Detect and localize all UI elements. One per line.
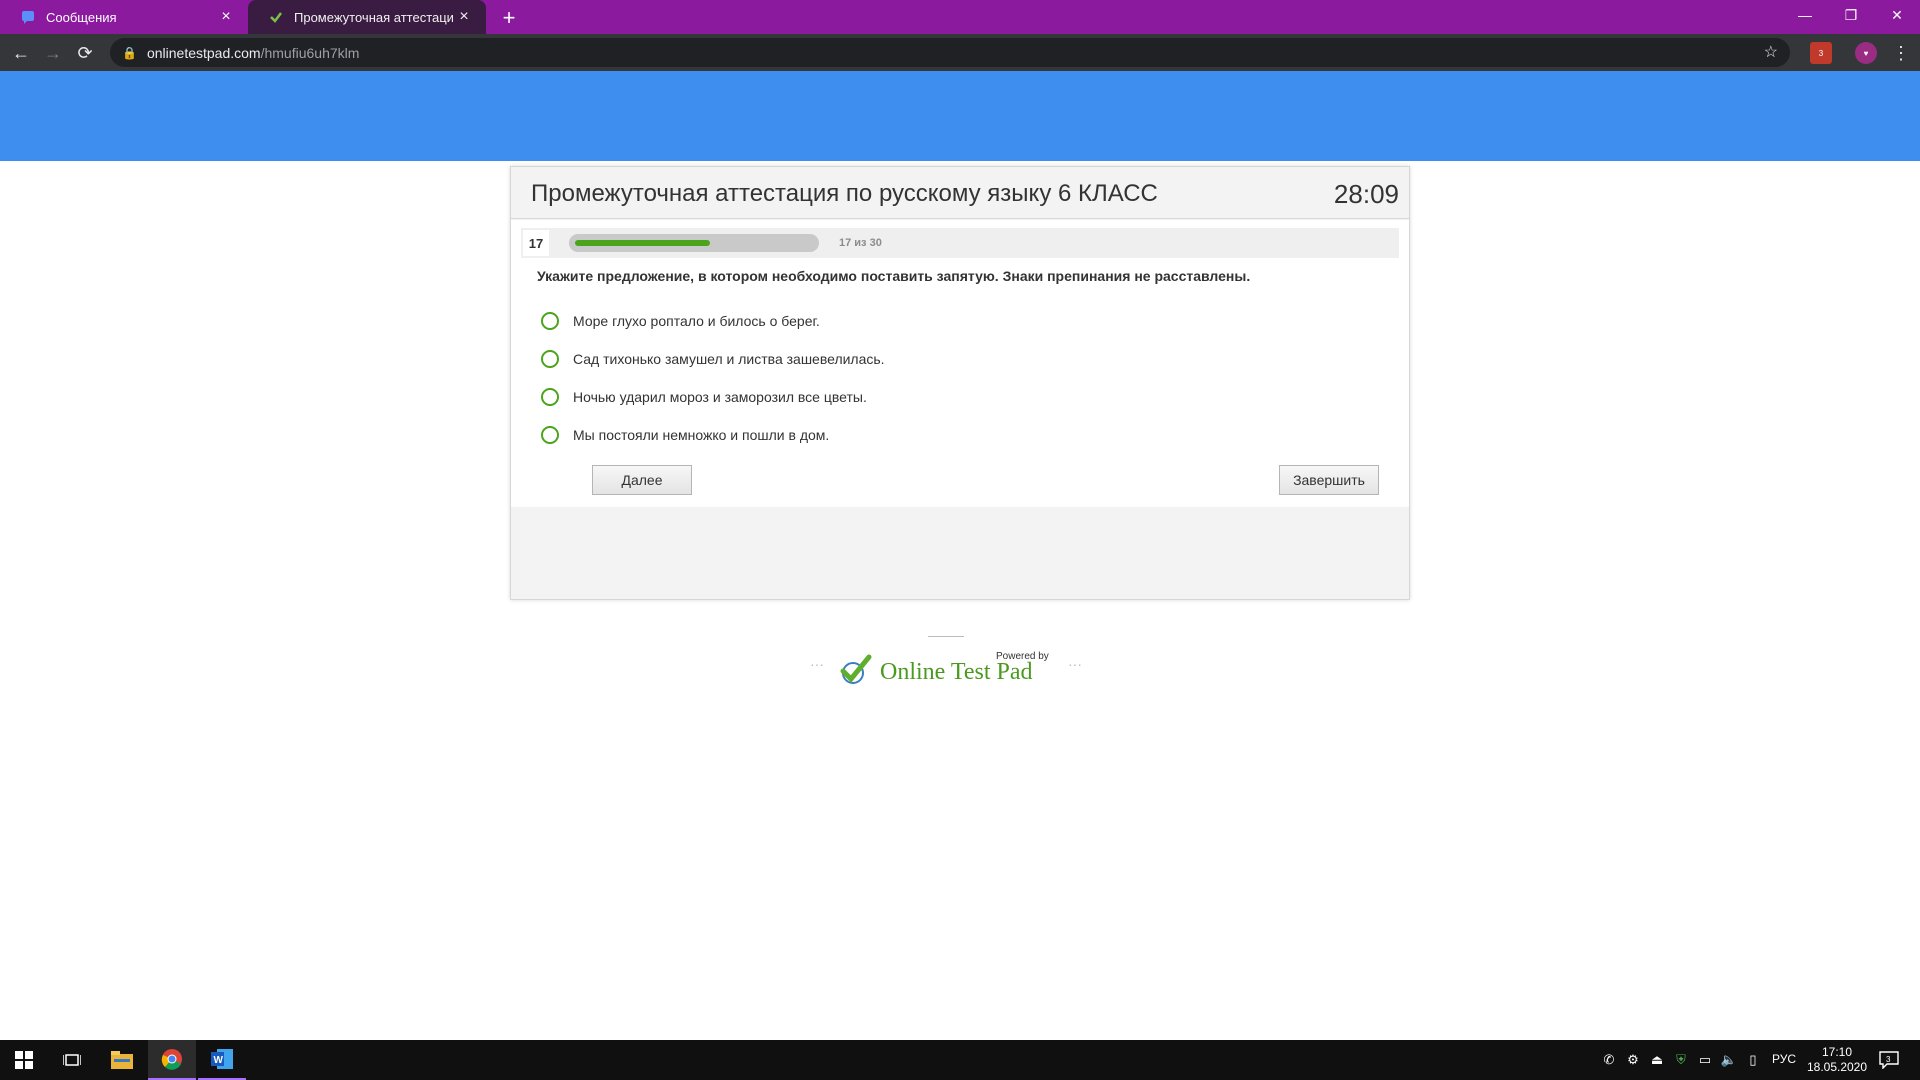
answer-option[interactable]: Море глухо роптало и билось о берег.	[541, 302, 885, 340]
answer-text: Мы постояли немножко и пошли в дом.	[573, 427, 830, 443]
new-tab-icon[interactable]: +	[496, 5, 522, 31]
online-test-pad-brand[interactable]: Online Test Pad	[880, 659, 1033, 686]
task-view-icon[interactable]	[48, 1040, 96, 1080]
progress-fill	[575, 240, 710, 246]
close-icon[interactable]: ×	[216, 7, 236, 27]
url-host: onlinetestpad.com	[146, 44, 261, 61]
security-shield-icon[interactable]: ⛨	[1672, 1050, 1690, 1070]
clock-time: 17:10	[1821, 1045, 1853, 1059]
answer-text: Сад тихонько замушел и листва зашевелила…	[573, 351, 885, 367]
progress-bar	[569, 234, 819, 252]
tab-test[interactable]: Промежуточная аттестация по ×	[248, 0, 486, 34]
next-button[interactable]: Далее	[592, 465, 692, 495]
usb-icon[interactable]: ⏏	[1648, 1050, 1666, 1070]
finish-button[interactable]: Завершить	[1279, 465, 1379, 495]
messages-icon	[20, 9, 36, 25]
progress-text: 17 из 30	[839, 237, 882, 249]
volume-icon[interactable]: 🔈	[1720, 1050, 1738, 1070]
windows-taskbar: W ✆ ⚙ ⏏ ⛨ ▭ 🔈 ▯ РУС 17:10 18.05.2020 3	[0, 1040, 1920, 1080]
timer: 28:09	[1333, 179, 1399, 209]
onlinetestpad-icon	[268, 9, 284, 25]
svg-text:W: W	[214, 1055, 224, 1066]
close-window-icon[interactable]: ✕	[1874, 0, 1920, 30]
notification-count: 3	[1886, 1055, 1891, 1064]
footer-dots-left: ···	[810, 656, 824, 672]
windows-start-icon[interactable]	[0, 1040, 48, 1080]
close-icon[interactable]: ×	[454, 7, 474, 27]
restore-icon[interactable]: ❐	[1828, 0, 1874, 30]
file-explorer-icon[interactable]	[98, 1040, 146, 1080]
radio-button[interactable]	[541, 388, 559, 406]
footer-dots-right: ···	[1068, 656, 1082, 672]
test-title: Промежуточная аттестация по русскому язы…	[531, 180, 1158, 207]
answer-text: Ночью ударил мороз и заморозил все цветы…	[573, 389, 867, 405]
answer-text: Море глухо роптало и билось о берег.	[573, 313, 820, 329]
question-text: Укажите предложение, в котором необходим…	[537, 268, 1251, 284]
tab-title: Сообщения	[46, 9, 117, 25]
chrome-icon[interactable]	[148, 1040, 196, 1080]
url-path: /hmufiu6uh7klm	[260, 44, 360, 61]
answer-option[interactable]: Сад тихонько замушел и листва зашевелила…	[541, 340, 885, 378]
reload-icon[interactable]: ⟳	[70, 38, 100, 68]
progress-row: 17 17 из 30	[521, 228, 1399, 258]
viber-icon[interactable]: ✆	[1600, 1050, 1618, 1070]
radio-button[interactable]	[541, 312, 559, 330]
footer-divider	[928, 636, 964, 637]
bookmark-star-icon[interactable]: ☆	[1764, 42, 1778, 62]
address-toolbar: ← → ⟳ 🔒 onlinetestpad.com /hmufiu6uh7klm…	[0, 34, 1920, 71]
profile-avatar[interactable]: ♥	[1855, 42, 1877, 64]
clock-date: 18.05.2020	[1806, 1060, 1868, 1074]
notifications-icon[interactable]: 3	[1878, 1050, 1900, 1070]
battery-icon[interactable]: ▯	[1744, 1050, 1762, 1070]
clock[interactable]: 17:10 18.05.2020	[1806, 1045, 1868, 1075]
tab-title: Промежуточная аттестация по	[294, 9, 454, 25]
radio-button[interactable]	[541, 350, 559, 368]
menu-icon[interactable]: ⋮	[1886, 38, 1916, 68]
radio-button[interactable]	[541, 426, 559, 444]
adblock-extension-icon[interactable]: 3	[1810, 42, 1832, 64]
tab-messages[interactable]: Сообщения ×	[0, 0, 248, 34]
extension-badge: 3	[1818, 48, 1824, 58]
language-indicator[interactable]: РУС	[1772, 1052, 1796, 1066]
answer-option[interactable]: Ночью ударил мороз и заморозил все цветы…	[541, 378, 885, 416]
test-card: Промежуточная аттестация по русскому язы…	[510, 166, 1410, 600]
page-header-band	[0, 71, 1920, 161]
online-test-pad-logo[interactable]	[837, 653, 873, 687]
lock-icon: 🔒	[122, 45, 137, 60]
network-icon[interactable]: ▭	[1696, 1050, 1714, 1070]
back-icon[interactable]: ←	[6, 38, 36, 68]
question-panel: 17 17 из 30 Укажите предложение, в котор…	[511, 220, 1409, 507]
word-icon[interactable]: W	[198, 1040, 246, 1080]
answer-list: Море глухо роптало и билось о берег. Сад…	[541, 302, 885, 454]
steam-icon[interactable]: ⚙	[1624, 1050, 1642, 1070]
question-number: 17	[523, 230, 549, 256]
address-bar[interactable]: 🔒 onlinetestpad.com /hmufiu6uh7klm ☆	[110, 38, 1790, 67]
answer-option[interactable]: Мы постояли немножко и пошли в дом.	[541, 416, 885, 454]
forward-icon[interactable]: →	[38, 38, 68, 68]
minimize-icon[interactable]: —	[1782, 0, 1828, 30]
test-header: Промежуточная аттестация по русскому язы…	[511, 167, 1409, 219]
browser-tab-bar: Сообщения × Промежуточная аттестация по …	[0, 0, 1920, 34]
